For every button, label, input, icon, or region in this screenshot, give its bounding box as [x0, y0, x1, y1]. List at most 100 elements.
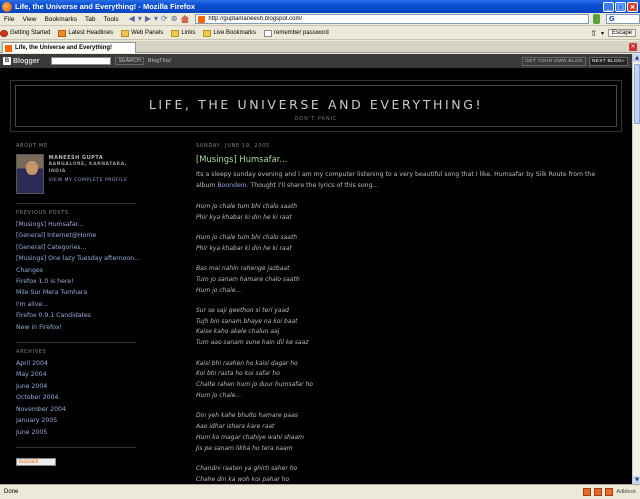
lyrics-stanza: Chandni raaten ya ghirti saher ho Chahe d…: [196, 464, 298, 483]
menu-file[interactable]: File: [0, 16, 18, 23]
blogger-icon: B: [3, 57, 11, 65]
about-heading: ABOUT ME: [16, 144, 48, 149]
archive-link[interactable]: May 2004: [16, 369, 138, 380]
previous-post-link[interactable]: Firefox 0.9.1 Candidates: [16, 310, 138, 321]
archive-link[interactable]: April 2004: [16, 358, 138, 369]
scrollbar-thumb[interactable]: [634, 64, 640, 124]
url-input[interactable]: [208, 16, 589, 22]
page-viewport: B Blogger SEARCH BlogThis! GET YOUR OWN …: [0, 54, 632, 484]
previous-post-link[interactable]: Changes: [16, 265, 138, 276]
view-profile-link[interactable]: VIEW MY COMPLETE PROFILE: [49, 178, 138, 183]
archive-link[interactable]: June 2004: [16, 381, 138, 392]
post-title[interactable]: [Musings] Humsafar...: [196, 154, 616, 164]
adblock-label[interactable]: Adblock: [616, 489, 636, 495]
post-date: SUNDAY, JUNE 19, 2005: [196, 144, 270, 149]
powered-by-blogger-badge[interactable]: BLOGGER: [16, 457, 56, 466]
dropdown-icon[interactable]: ▾: [138, 14, 142, 24]
rss-icon: [58, 29, 67, 37]
get-own-blog-button[interactable]: GET YOUR OWN BLOG: [522, 56, 586, 66]
url-bar[interactable]: [195, 14, 590, 24]
minimize-button[interactable]: _: [603, 1, 614, 12]
scroll-up-icon[interactable]: ▲: [633, 54, 640, 62]
blog-search-button[interactable]: SEARCH: [115, 57, 145, 65]
profile-location: BANGALORE, KARNATAKA, INDIA: [48, 162, 128, 174]
stop-icon[interactable]: ⊗: [171, 14, 178, 24]
search-box[interactable]: G: [605, 14, 640, 24]
google-icon: G: [608, 15, 615, 23]
bookmark-remember-password[interactable]: remember password: [264, 29, 329, 37]
home-icon[interactable]: [180, 15, 190, 23]
archives-heading: ARCHIVES: [16, 350, 47, 356]
previous-post-link[interactable]: [Musings] Humsafar...: [16, 219, 138, 230]
forward-icon[interactable]: ▶: [145, 14, 151, 24]
bookmark-latest-headlines[interactable]: Latest Headlines: [58, 29, 113, 37]
go-button[interactable]: [593, 14, 600, 24]
extension-status-icon[interactable]: [605, 488, 614, 496]
blog-search-input[interactable]: [51, 57, 112, 65]
main-content: SUNDAY, JUNE 19, 2005 [Musings] Humsafar…: [196, 144, 616, 484]
folder-icon: [171, 29, 180, 37]
folder-icon: [121, 29, 130, 37]
archive-link[interactable]: November 2004: [16, 404, 138, 415]
maximize-button[interactable]: □: [615, 1, 626, 12]
divider: [16, 342, 136, 344]
menu-bookmarks[interactable]: Bookmarks: [40, 16, 81, 23]
blog-title[interactable]: LIFE, THE UNIVERSE AND EVERYTHING!: [16, 97, 616, 112]
previous-posts-heading: PREVIOUS POSTS: [16, 211, 69, 216]
firefox-icon: [2, 1, 12, 12]
escape-button[interactable]: Escape: [607, 29, 636, 37]
folder-icon: [203, 29, 212, 37]
site-favicon-icon: [198, 15, 206, 23]
lyrics: Hum jo chale tum bhi chalo saath Phir kya…: [196, 202, 616, 484]
scroll-down-icon[interactable]: ▼: [633, 476, 640, 484]
vertical-scrollbar[interactable]: ▲ ▼: [632, 54, 640, 484]
lyrics-stanza: Din yeh kahe bhulto hamare paas Aao idhar…: [196, 412, 304, 452]
previous-post-link[interactable]: [General] Categories...: [16, 242, 138, 253]
archive-link[interactable]: June 2005: [16, 427, 138, 438]
lyrics-stanza: Bas mai nahin rahenge jazbaat Tum jo sana…: [196, 265, 300, 294]
blogger-logo[interactable]: B Blogger: [3, 57, 39, 65]
rss-status-icon[interactable]: [583, 488, 592, 496]
lyrics-stanza: Sur se saji geethon si teri yaad Tujh bin…: [196, 306, 309, 347]
tab-label: Life, the Universe and Everything!: [15, 45, 113, 51]
album-link[interactable]: Boondein: [217, 182, 246, 189]
menu-tools[interactable]: Tools: [99, 16, 122, 23]
popup-status-icon[interactable]: [594, 488, 603, 496]
menu-tab[interactable]: Tab: [81, 16, 99, 23]
previous-posts-list: [Musings] Humsafar... [General] Internet…: [16, 219, 140, 333]
divider: [16, 203, 136, 204]
post-intro: Its a sleepy sunday evening and I am my …: [196, 171, 596, 190]
lyrics-stanza: Hum jo chale tum bhi chalo saath Phir kya…: [196, 233, 298, 252]
previous-post-link[interactable]: New in Firefox!: [16, 322, 138, 333]
lyrics-stanza: Kaisi bhi raahen ho kaisi dagar ho Koi bh…: [196, 359, 313, 399]
menu-bar: File View Bookmarks Tab Tools ◀ ▾ ▶ ▾ ⟳ …: [0, 13, 640, 26]
tab-favicon-icon: [5, 44, 12, 52]
arrow-icon[interactable]: ⇧: [590, 29, 597, 38]
archives-list: April 2004 May 2004 June 2004 October 20…: [16, 358, 138, 438]
blog-header: LIFE, THE UNIVERSE AND EVERYTHING! DON'T…: [10, 80, 622, 132]
back-icon[interactable]: ◀: [129, 14, 135, 24]
blogthis-link[interactable]: BlogThis!: [148, 58, 172, 64]
window-title-bar: Life, the Universe and Everything! - Moz…: [0, 0, 640, 13]
reload-icon[interactable]: ⟳: [161, 14, 168, 24]
close-window-button[interactable]: ×: [627, 1, 638, 12]
archive-link[interactable]: October 2004: [16, 392, 138, 403]
avatar[interactable]: [16, 154, 44, 194]
tab-active[interactable]: Life, the Universe and Everything!: [2, 42, 136, 53]
previous-post-link[interactable]: I'm alive...: [16, 299, 138, 310]
archive-link[interactable]: January 2005: [16, 415, 138, 426]
bookmark-web-panels[interactable]: Web Panels: [121, 29, 163, 37]
previous-post-link[interactable]: [General] Internet@Home: [16, 230, 138, 241]
menu-view[interactable]: View: [18, 16, 40, 23]
bookmark-getting-started[interactable]: Getting Started: [0, 29, 50, 37]
next-blog-button[interactable]: NEXT BLOG»: [588, 56, 628, 66]
bookmark-live-bookmarks[interactable]: Live Bookmarks: [203, 29, 256, 37]
blogger-navbar: B Blogger SEARCH BlogThis! GET YOUR OWN …: [0, 54, 632, 68]
close-tab-icon[interactable]: ×: [629, 43, 637, 51]
dropdown-icon[interactable]: ▾: [154, 14, 158, 24]
previous-post-link[interactable]: Mile Sur Mera Tumhara: [16, 287, 138, 298]
previous-post-link[interactable]: Firefox 1.0 is here!: [16, 276, 138, 287]
bookmark-links[interactable]: Links: [171, 29, 195, 37]
chevron-down-icon[interactable]: ▾: [601, 30, 604, 37]
previous-post-link[interactable]: [Musings] One lazy Tuesday afternoon...: [16, 253, 140, 264]
